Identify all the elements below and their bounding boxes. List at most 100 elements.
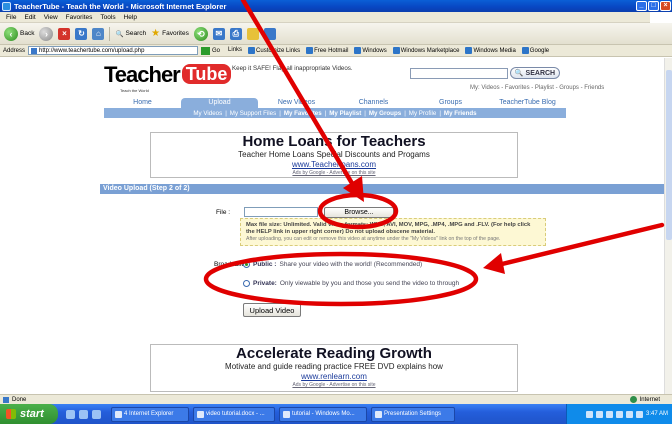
tab-new-videos[interactable]: New Videos: [258, 98, 335, 108]
sub-nav: My Videos | My Support Files | My Favorite…: [104, 108, 566, 118]
menu-file[interactable]: File: [6, 14, 16, 21]
subnav-profile[interactable]: My Profile: [409, 110, 437, 117]
links-label[interactable]: Links: [228, 47, 242, 53]
home-icon[interactable]: ⌂: [92, 27, 105, 40]
subnav-playlist[interactable]: My Playlist: [329, 110, 361, 117]
go-label: Go: [212, 47, 221, 54]
ad-top-url[interactable]: www.Teacherloans.com: [151, 160, 517, 170]
upload-video-button[interactable]: Upload Video: [243, 303, 301, 317]
messenger-icon[interactable]: [263, 27, 276, 40]
link-windows[interactable]: Windows: [354, 46, 387, 54]
task-internet-explorer[interactable]: 4 Internet Explorer: [111, 406, 189, 422]
menu-help[interactable]: Help: [124, 14, 137, 21]
presentation-task-icon: [375, 410, 382, 418]
movie-task-icon: [283, 410, 290, 418]
star-icon: ★: [151, 28, 161, 39]
forward-button[interactable]: ›: [39, 26, 54, 41]
quick-launch-ie-icon[interactable]: [66, 409, 75, 419]
tab-upload[interactable]: Upload: [181, 98, 258, 108]
tab-channels[interactable]: Channels: [335, 98, 412, 108]
start-button[interactable]: start: [0, 404, 58, 424]
private-radio[interactable]: [243, 280, 250, 287]
address-input[interactable]: http://www.teachertube.com/upload.php: [28, 46, 199, 55]
tab-home[interactable]: Home: [104, 98, 181, 108]
broadcast-label: Broadcast:: [214, 261, 246, 268]
site-search-button[interactable]: 🔍 SEARCH: [510, 67, 560, 79]
subnav-groups[interactable]: My Groups: [369, 110, 401, 117]
file-path-input[interactable]: [244, 207, 318, 217]
ie-icon: [2, 1, 11, 11]
my-links[interactable]: My: Videos - Favorites - Playlist - Grou…: [470, 85, 604, 91]
forward-arrow-icon: ›: [39, 26, 54, 41]
radio-selected-dot: [245, 263, 248, 266]
task-label: tutorial - Windows Mo...: [292, 411, 355, 417]
favorites-label: Favorites: [162, 30, 189, 37]
task-presentation-settings[interactable]: Presentation Settings: [371, 406, 455, 422]
tray-icon[interactable]: [605, 410, 613, 418]
ad-bottom-google[interactable]: Ads by Google - Advertise on this site: [151, 382, 517, 389]
subnav-favorites[interactable]: My Favorites: [284, 110, 322, 117]
ad-top-headline[interactable]: Home Loans for Teachers: [151, 133, 517, 150]
maximize-button[interactable]: □: [648, 1, 659, 11]
tray-icon[interactable]: [615, 410, 623, 418]
back-button[interactable]: ‹ Back: [4, 26, 35, 41]
ad-bottom-headline[interactable]: Accelerate Reading Growth: [151, 345, 517, 362]
search-button[interactable]: 🔍 Search: [115, 30, 146, 38]
back-label: Back: [20, 30, 35, 37]
window-title-bar[interactable]: TeacherTube - Teach the World - Microsof…: [0, 0, 672, 12]
private-option[interactable]: Private: Only viewable by you and those …: [243, 280, 459, 287]
minimize-button[interactable]: _: [636, 1, 647, 11]
quick-launch-desktop-icon[interactable]: [79, 409, 88, 419]
browse-button[interactable]: Browse...: [324, 207, 394, 218]
scrollbar-thumb[interactable]: [666, 70, 672, 240]
subnav-support-files[interactable]: My Support Files: [230, 110, 276, 117]
ie-task-icon: [115, 410, 122, 418]
link-customize[interactable]: Customize Links: [248, 46, 300, 54]
menu-tools[interactable]: Tools: [100, 14, 115, 21]
print-icon[interactable]: ⎙: [229, 27, 242, 40]
ad-top[interactable]: Home Loans for Teachers Teacher Home Loa…: [150, 132, 518, 178]
back-arrow-icon: ‹: [4, 26, 18, 41]
close-button[interactable]: ×: [660, 1, 671, 11]
ad-top-google[interactable]: Ads by Google - Advertise on this site: [151, 170, 517, 177]
link-marketplace[interactable]: Windows Marketplace: [392, 46, 459, 54]
folder-icon[interactable]: [246, 27, 259, 40]
tray-icon[interactable]: [585, 410, 593, 418]
tray-icon[interactable]: [625, 410, 633, 418]
site-search-input[interactable]: [410, 68, 508, 79]
refresh-icon[interactable]: ↻: [75, 27, 88, 40]
globe-icon: [629, 396, 637, 403]
ad-bottom-url[interactable]: www.renlearn.com: [151, 372, 517, 382]
public-option[interactable]: Public : Share your video with the world…: [243, 261, 422, 268]
quick-launch-media-icon[interactable]: [92, 409, 101, 419]
clock[interactable]: 3:47 AM: [646, 411, 668, 417]
vertical-scrollbar[interactable]: [664, 58, 672, 394]
subnav-my-videos[interactable]: My Videos: [193, 110, 222, 117]
link-media[interactable]: Windows Media: [465, 46, 516, 54]
tab-blog[interactable]: TeacherTube Blog: [489, 98, 566, 108]
go-button[interactable]: Go: [201, 46, 221, 55]
menu-bar: File Edit View Favorites Tools Help: [0, 12, 672, 23]
subnav-friends[interactable]: My Friends: [444, 110, 477, 117]
task-word-doc[interactable]: video tutorial.docx - ...: [193, 406, 275, 422]
logo-teacher: Teacher: [104, 62, 181, 87]
site-logo[interactable]: Teacher Tube: [104, 62, 232, 90]
tab-groups[interactable]: Groups: [412, 98, 489, 108]
stop-icon[interactable]: ×: [58, 27, 71, 40]
menu-edit[interactable]: Edit: [24, 14, 35, 21]
mail-icon[interactable]: ✉: [212, 27, 225, 40]
tray-icon[interactable]: [635, 410, 643, 418]
menu-favorites[interactable]: Favorites: [66, 14, 93, 21]
task-movie-maker[interactable]: tutorial - Windows Mo...: [279, 406, 367, 422]
menu-view[interactable]: View: [44, 14, 58, 21]
page-done-icon: [3, 396, 9, 403]
link-hotmail[interactable]: Free Hotmail: [306, 46, 348, 54]
public-radio[interactable]: [243, 261, 250, 268]
history-icon[interactable]: ⟲: [193, 26, 208, 41]
toolbar: ‹ Back › × ↻ ⌂ 🔍 Search ★ Favorites ⟲ ✉ …: [0, 23, 672, 45]
favorites-button[interactable]: ★ Favorites: [151, 28, 189, 39]
magnifier-icon: 🔍: [514, 70, 524, 77]
ad-bottom[interactable]: Accelerate Reading Growth Motivate and g…: [150, 344, 518, 392]
tray-icon[interactable]: [595, 410, 603, 418]
link-google[interactable]: Google: [521, 46, 549, 54]
